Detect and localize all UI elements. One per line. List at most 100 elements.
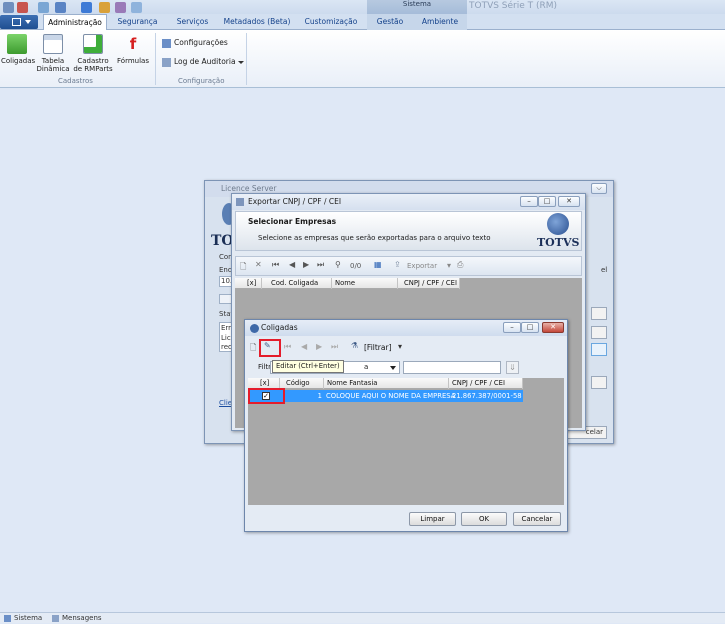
window-icon[interactable] <box>55 2 66 13</box>
previous-record-icon[interactable]: ◀ <box>289 260 295 269</box>
cancel-button[interactable]: Cancelar <box>513 512 561 526</box>
log-icon <box>162 57 171 67</box>
cadastro-rmparts-button[interactable]: Cadastro de RMParts <box>72 34 114 73</box>
group-separator <box>246 33 247 85</box>
configuracoes-button[interactable]: Configurações <box>162 38 228 48</box>
first-record-icon[interactable]: ⏮ <box>284 342 291 352</box>
fragment-button[interactable] <box>591 326 607 339</box>
system-icon <box>4 614 11 622</box>
chevron-down-icon[interactable]: ▾ <box>447 261 451 270</box>
export-icon[interactable]: ⇪ <box>394 260 401 269</box>
app-title: TOTVS Série T (RM) <box>469 1 558 11</box>
coligadas-icon <box>7 34 27 54</box>
export-grid-header: [x] Cod. Coligada Nome CNPJ / CPF / CEI <box>235 278 460 289</box>
help-icon[interactable] <box>115 2 126 13</box>
formula-icon: f <box>129 35 137 53</box>
print-icon[interactable]: ⎙ <box>457 260 463 270</box>
binoculars-icon[interactable]: ⚲ <box>335 260 341 269</box>
tab-servicos[interactable]: Serviços <box>170 14 215 30</box>
edit-tooltip: Editar (Ctrl+Enter) <box>272 360 344 373</box>
tab-gestao[interactable]: Gestão <box>367 14 413 30</box>
last-record-icon[interactable]: ⏭ <box>317 260 324 270</box>
tab-customizacao[interactable]: Customização <box>300 14 362 30</box>
column-header[interactable]: Cod. Coligada <box>262 278 332 289</box>
export-logo-text: TOTVS <box>537 236 580 249</box>
window-icon <box>236 198 244 206</box>
column-header[interactable]: Código <box>280 378 324 389</box>
column-header[interactable]: CNPJ / CPF / CEI <box>449 378 523 389</box>
fragment-button[interactable] <box>591 307 607 320</box>
tab-administracao[interactable]: Administração <box>43 14 107 31</box>
record-counter: 0/0 <box>350 262 362 270</box>
checkbox-highlight-box <box>248 388 285 404</box>
app-grid-icon <box>12 18 21 26</box>
coligadas-grid-header: [x] Código Nome Fantasia CNPJ / CPF / CE… <box>248 378 523 389</box>
last-record-icon[interactable]: ⏭ <box>331 342 338 352</box>
open-icon[interactable] <box>38 2 49 13</box>
tools-icon[interactable] <box>99 2 110 13</box>
next-record-icon[interactable]: ▶ <box>316 342 322 351</box>
filter-icon[interactable]: ⚗ <box>351 341 358 350</box>
delete-icon[interactable]: ✕ <box>255 260 262 269</box>
calendar-icon[interactable]: ▦ <box>374 260 382 269</box>
coligadas-close-button[interactable]: ✕ <box>542 322 564 333</box>
export-close-button[interactable]: ✕ <box>558 196 580 207</box>
export-header-title: Selecionar Empresas <box>248 217 337 226</box>
row-nome-fantasia: COLOQUE AQUI O NOME DA EMPRESA <box>326 392 456 400</box>
coligadas-minimize-button[interactable]: – <box>503 322 521 333</box>
group-label-cadastros: Cadastros <box>58 77 93 85</box>
ok-button[interactable]: OK <box>461 512 507 526</box>
clear-button[interactable]: Limpar <box>409 512 456 526</box>
licence-window-close-button[interactable]: ⌵ <box>591 183 607 194</box>
chevron-down-icon[interactable]: ▾ <box>398 342 402 351</box>
column-header[interactable]: [x] <box>235 278 262 289</box>
export-maximize-button[interactable]: □ <box>538 196 556 207</box>
group-label-configuracao: Configuração <box>178 77 225 85</box>
status-bar: Sistema Mensagens <box>0 612 725 623</box>
log-auditoria-button[interactable]: Log de Auditoria <box>162 57 244 67</box>
theme-icon[interactable] <box>17 2 28 13</box>
tab-metadados[interactable]: Metadados (Beta) <box>222 14 292 30</box>
coligadas-window: Coligadas – □ ✕ 🗋 ✎ ⏮ ◀ ▶ ⏭ ⚗ [Filtrar] … <box>244 319 568 532</box>
export-menu-button[interactable]: Exportar <box>407 262 437 270</box>
fragment-button[interactable] <box>591 343 607 356</box>
new-icon[interactable]: 🗋 <box>250 342 256 356</box>
first-record-icon[interactable]: ⏮ <box>272 260 279 270</box>
tab-ambiente[interactable]: Ambiente <box>413 14 467 30</box>
new-icon[interactable]: 🗋 <box>240 261 246 275</box>
coligadas-maximize-button[interactable]: □ <box>521 322 539 333</box>
table-row[interactable]: ✓ 1 COLOQUE AQUI O NOME DA EMPRESA 21.86… <box>248 390 523 402</box>
windows-icon[interactable] <box>131 2 142 13</box>
fragment-text: el <box>601 266 608 274</box>
coligadas-button[interactable]: Coligadas <box>1 34 35 65</box>
status-mensagens[interactable]: Mensagens <box>52 613 102 624</box>
row-codigo: 1 <box>317 392 322 400</box>
context-tab-group: Sistema <box>367 0 467 14</box>
next-record-icon[interactable]: ▶ <box>303 260 309 269</box>
previous-record-icon[interactable]: ◀ <box>301 342 307 351</box>
column-header[interactable]: CNPJ / CPF / CEI <box>398 278 460 289</box>
layout-icon[interactable] <box>81 2 92 13</box>
export-header-subtitle: Selecione as empresas que serão exportad… <box>258 234 491 242</box>
row-cnpj: 21.867.387/0001-58 <box>452 392 522 400</box>
fragment-button[interactable] <box>591 376 607 389</box>
formulas-button[interactable]: f Fórmulas <box>115 34 151 65</box>
group-separator <box>155 33 156 85</box>
apply-filter-icon[interactable]: ⇓ <box>506 361 519 374</box>
status-sistema[interactable]: Sistema <box>4 613 42 624</box>
chevron-down-icon <box>237 60 244 64</box>
settings-icon <box>162 38 171 48</box>
export-header: Selecionar Empresas Selecione as empresa… <box>235 211 582 251</box>
app-menu-icon[interactable] <box>3 2 14 13</box>
column-header[interactable]: Nome Fantasia <box>324 378 449 389</box>
tab-seguranca[interactable]: Segurança <box>110 14 165 30</box>
coligadas-window-icon <box>250 324 259 333</box>
tabela-dinamica-button[interactable]: Tabela Dinâmica <box>36 34 70 73</box>
export-minimize-button[interactable]: – <box>520 196 538 207</box>
column-header[interactable]: Nome <box>332 278 398 289</box>
table-icon <box>43 34 63 54</box>
filter-button[interactable]: [Filtrar] <box>364 343 392 352</box>
edit-highlight-box <box>259 339 281 357</box>
filter-value-input[interactable] <box>403 361 501 374</box>
application-button[interactable] <box>0 15 38 29</box>
